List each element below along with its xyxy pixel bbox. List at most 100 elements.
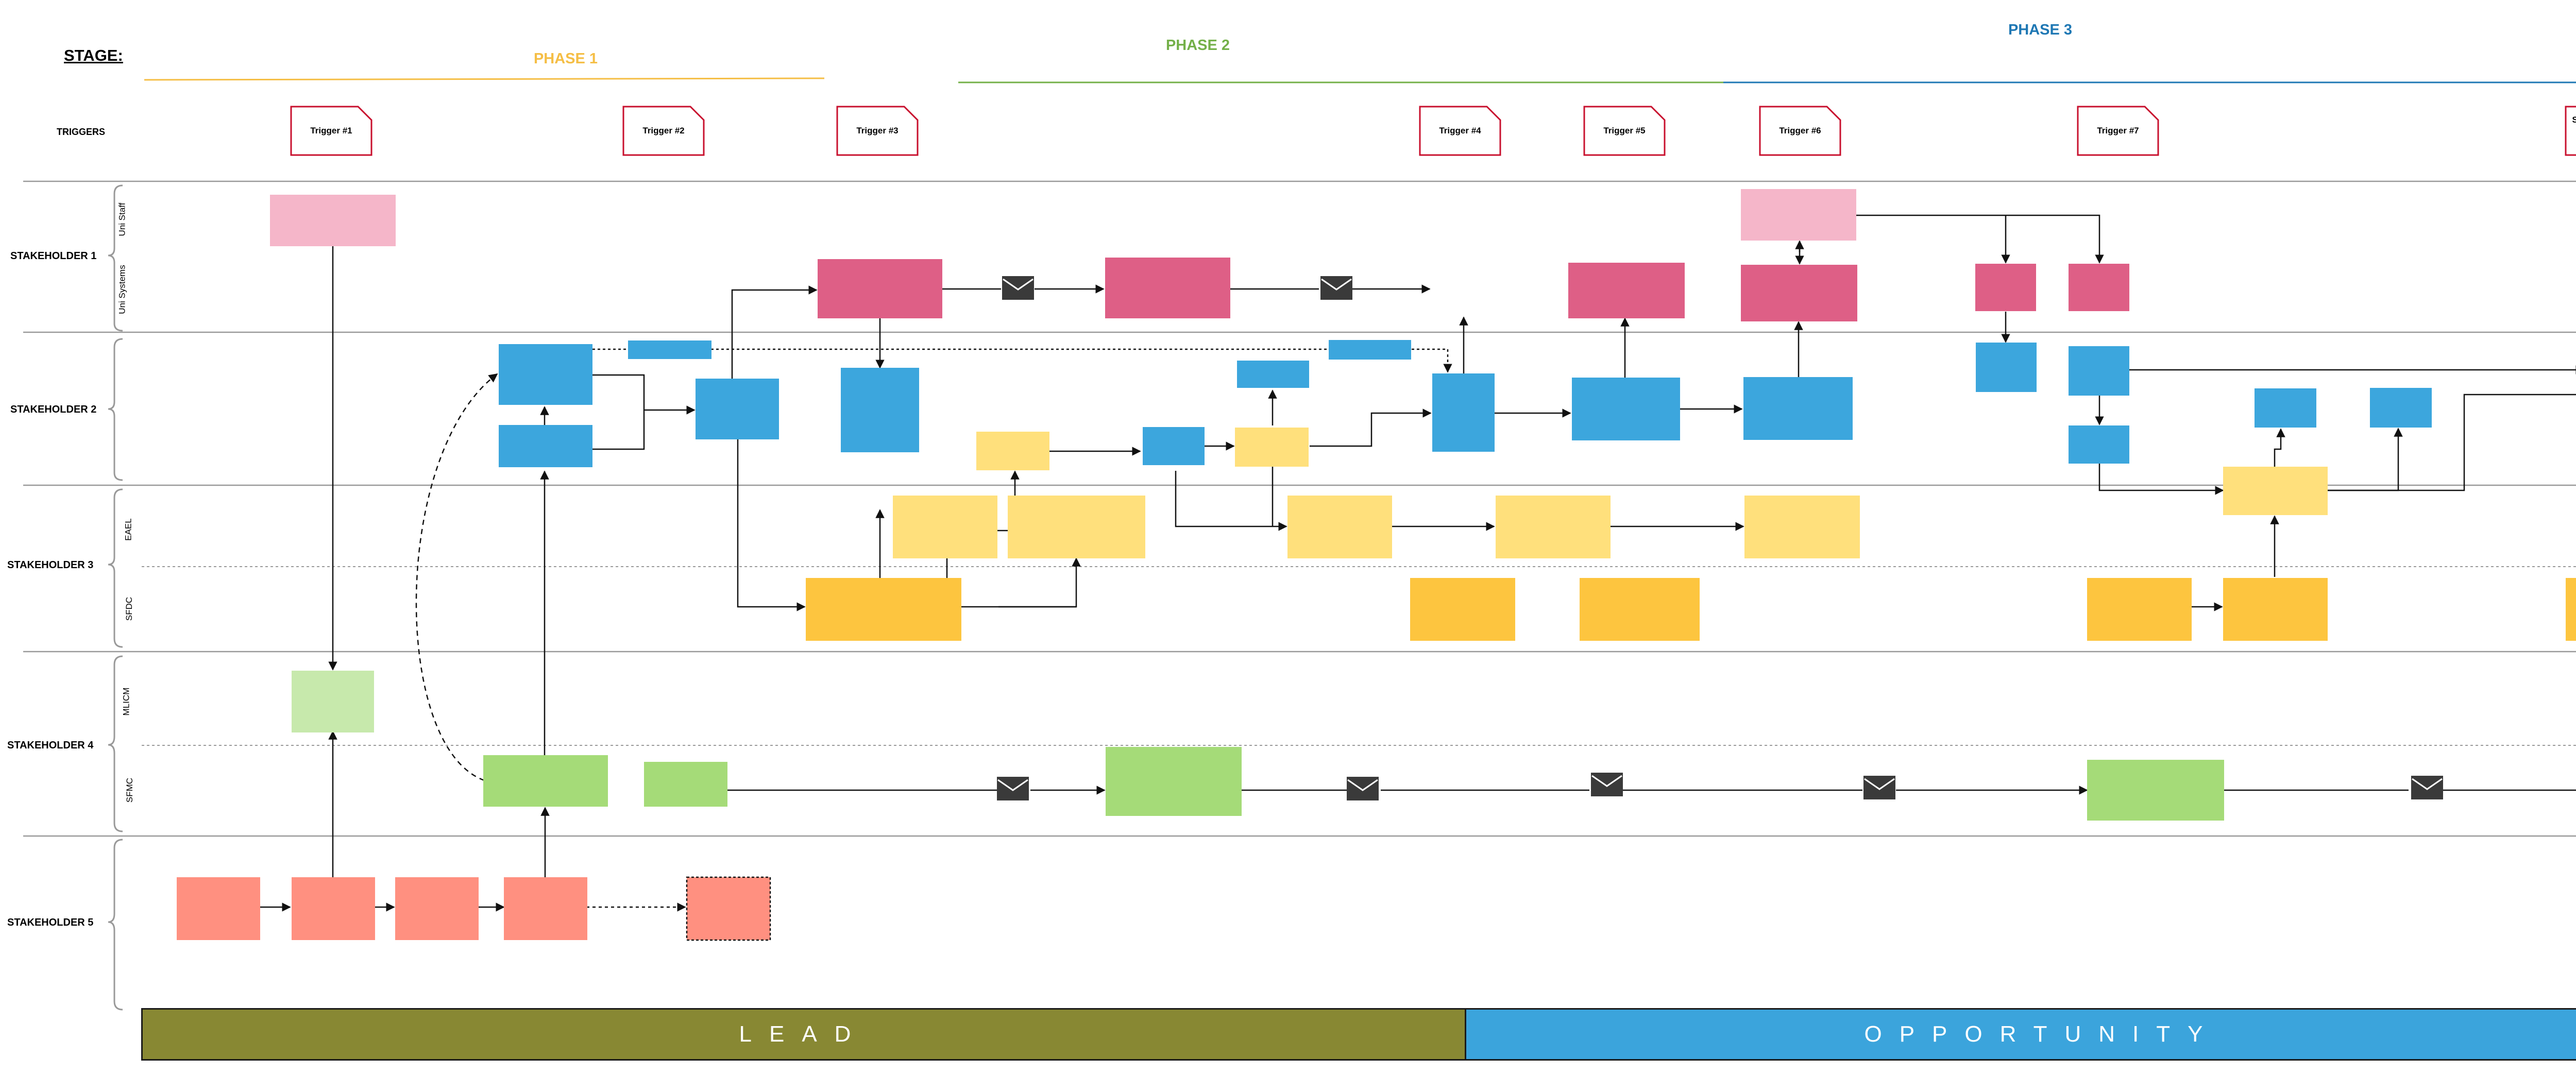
phase-3-label: PHASE 3 [2008, 22, 2073, 38]
journey-diagram: STAGE: PHASE 1 PHASE 2 PHASE 3 TRIGGERS … [0, 0, 2576, 1071]
s3-eael-box-3 [1008, 496, 1145, 558]
s1-system-box-1 [818, 259, 942, 318]
connector [737, 439, 806, 611]
connector [2328, 394, 2576, 491]
envelope-icon [2411, 776, 2443, 799]
s3-eael-box-1 [976, 432, 1049, 470]
s5-box-5 [686, 876, 771, 941]
diagram-canvas [23, 77, 2576, 1011]
s1-system-box-5 [1975, 264, 2036, 311]
phase-1-label: PHASE 1 [533, 50, 598, 67]
s2-box-2 [499, 425, 592, 467]
trigger-5: Trigger #5 [1583, 106, 1666, 156]
opportunity-bar-label: OPPORTUNITY [1864, 1021, 2221, 1047]
trigger-7: Trigger #7 [2077, 106, 2159, 156]
trigger-1: Trigger #1 [290, 106, 372, 156]
s1-system-box-4 [1741, 265, 1857, 321]
lead-bar-label: LEAD [739, 1021, 869, 1047]
s3-sfdc-box-2 [1410, 578, 1515, 641]
phase-2-label: PHASE 2 [1165, 37, 1230, 54]
trigger-2: Trigger #2 [622, 106, 705, 156]
s2-box-15 [2255, 388, 2316, 428]
s2-box-1 [499, 344, 592, 405]
s2-box-16 [2370, 388, 2432, 428]
envelope-icon [1347, 777, 1379, 800]
s3-eael-box-2 [893, 496, 997, 558]
s2-box-10 [1572, 378, 1680, 440]
trigger-6: Trigger #6 [1759, 106, 1841, 156]
s3-eael-box-6 [1496, 496, 1611, 558]
s3-eael-box-8 [2223, 467, 2328, 515]
connector [2098, 464, 2224, 495]
envelope-icon [1863, 776, 1895, 799]
envelope-icon [1591, 773, 1623, 796]
sublane-uni-systems: Uni Systems [117, 265, 127, 314]
trigger-3: Trigger #3 [836, 106, 919, 156]
s2-box-13 [2069, 346, 2129, 396]
s4-sfmc-box-4 [2087, 760, 2224, 821]
s2-box-8 [1329, 340, 1411, 360]
s3-eael-box-7 [1744, 496, 1860, 558]
dotted-connector [592, 348, 1452, 373]
s2-box-12 [1976, 343, 2037, 392]
stakeholder-4-label: STAKEHOLDER 4 [7, 740, 94, 751]
sublane-mlicm: MLICM [121, 687, 131, 716]
connector [2274, 428, 2285, 467]
trigger-5-label: Trigger #5 [1603, 126, 1646, 136]
sublane-sfdc: SFDC [124, 596, 134, 621]
trigger-7-label: Trigger #7 [2097, 126, 2139, 136]
triggers-label: TRIGGERS [57, 127, 106, 137]
trigger-final-label: Student accepts offer/ pays deposit [2572, 115, 2576, 125]
s5-box-3 [395, 877, 479, 940]
lead-bar: LEAD [141, 1008, 1466, 1061]
s5-box-4 [504, 877, 587, 940]
opportunity-bar: OPPORTUNITY [1465, 1008, 2576, 1061]
phase-1-line [144, 77, 825, 81]
s4-mlicm-box-1 [292, 671, 374, 732]
trigger-final: Student accepts offer/ pays deposit [2565, 106, 2576, 156]
sublane-eael: EAEL [123, 518, 133, 541]
envelope-icon [997, 777, 1029, 800]
brace-stakeholder-5 [108, 839, 123, 1011]
s1-system-box-2 [1105, 258, 1230, 318]
trigger-4-label: Trigger #4 [1439, 126, 1481, 136]
trigger-6-label: Trigger #6 [1779, 126, 1821, 136]
s3-sfdc-box-4 [2087, 578, 2192, 641]
connector [1310, 408, 1432, 447]
stakeholder-3-label: STAKEHOLDER 3 [7, 559, 94, 571]
s4-sfmc-box-3 [1106, 747, 1242, 816]
connector [1175, 471, 1287, 531]
envelope-icon [1002, 276, 1034, 300]
s2-box-14 [2069, 425, 2129, 464]
sublane-uni-staff: Uni Staff [117, 202, 127, 236]
connector [592, 374, 696, 415]
s1-staff-box-2 [1741, 189, 1856, 241]
s3-sfdc-box-1 [806, 578, 961, 641]
s2-box-3 [628, 340, 711, 359]
s2-box-4 [696, 379, 779, 439]
s3-sfdc-box-3 [1580, 578, 1700, 641]
s3-eael-box-5 [1287, 496, 1392, 558]
stakeholder-2-label: STAKEHOLDER 2 [10, 404, 97, 415]
connector [731, 285, 818, 379]
connector [2328, 428, 2403, 491]
trigger-1-label: Trigger #1 [310, 126, 352, 136]
sublane-sfmc: SFMC [125, 777, 135, 803]
s2-box-7 [1237, 361, 1309, 388]
s1-system-box-6 [2069, 264, 2129, 311]
s3-eael-box-4 [1235, 428, 1309, 467]
trigger-2-label: Trigger #2 [642, 126, 685, 136]
stakeholder-1-label: STAKEHOLDER 1 [10, 250, 97, 262]
s3-sfdc-box-5 [2223, 578, 2328, 641]
s5-box-1 [177, 877, 260, 940]
s1-system-box-3 [1568, 263, 1685, 318]
connector [960, 557, 1081, 608]
s1-staff-box-1 [270, 195, 396, 246]
s2-box-11 [1743, 377, 1853, 440]
dashed-curve-connector [415, 373, 498, 781]
envelope-icon [1320, 276, 1352, 300]
s4-sfmc-box-2 [644, 762, 727, 807]
connector [592, 410, 645, 450]
brace-stakeholder-4 [108, 655, 123, 832]
s2-box-9 [1432, 373, 1495, 452]
